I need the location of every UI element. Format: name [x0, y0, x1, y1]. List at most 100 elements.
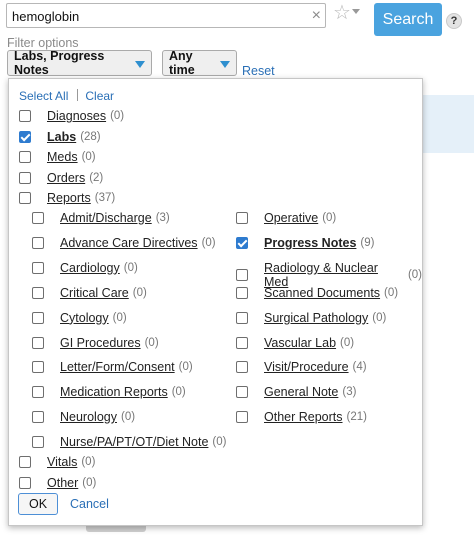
checkbox[interactable] [236, 311, 248, 324]
checkbox[interactable] [19, 476, 31, 489]
reset-link[interactable]: Reset [242, 64, 275, 78]
filter-item-cardiology[interactable]: Cardiology (0) [32, 261, 138, 275]
search-button[interactable]: Search [374, 3, 442, 36]
checkbox[interactable] [19, 151, 31, 164]
filter-item-progress-notes[interactable]: Progress Notes (9) [236, 236, 374, 250]
clear-search-icon[interactable]: × [312, 6, 321, 26]
checkbox[interactable] [236, 386, 248, 399]
filter-item-other[interactable]: Other (0) [19, 476, 96, 490]
filter-item-label[interactable]: Cardiology [60, 261, 120, 275]
filter-item-label[interactable]: Scanned Documents [264, 286, 380, 300]
checkbox[interactable] [32, 311, 44, 324]
type-filter-pill[interactable]: Labs, Progress Notes [7, 49, 152, 77]
filter-item-label[interactable]: Radiology & Nuclear Med [264, 261, 404, 289]
filter-item-admit-discharge[interactable]: Admit/Discharge (3) [32, 211, 170, 225]
filter-item-vitals[interactable]: Vitals (0) [19, 455, 95, 469]
filter-item-scanned-documents[interactable]: Scanned Documents (0) [236, 286, 398, 300]
filter-item-label[interactable]: Cytology [60, 311, 109, 325]
funnel-icon [135, 60, 145, 68]
checkbox[interactable] [32, 286, 44, 299]
filter-dropdown-panel: Select All Clear Diagnoses (0) Labs (28) Meds… [8, 78, 423, 526]
search-box[interactable]: × [6, 3, 326, 28]
filter-item-label[interactable]: Progress Notes [264, 236, 356, 250]
filter-item-label[interactable]: Neurology [60, 410, 117, 424]
filter-item-neurology[interactable]: Neurology (0) [32, 410, 135, 424]
checkbox[interactable] [32, 261, 44, 274]
help-icon[interactable]: ? [446, 13, 462, 29]
filter-item-label[interactable]: Letter/Form/Consent [60, 360, 175, 374]
checkbox[interactable] [32, 436, 44, 449]
filter-item-count: (21) [346, 411, 367, 424]
filter-item-label[interactable]: Vitals [47, 455, 77, 469]
filter-item-label[interactable]: Other [47, 476, 78, 490]
selection-links: Select All Clear [19, 89, 114, 103]
filter-item-label[interactable]: Orders [47, 171, 85, 185]
filter-item-label[interactable]: Visit/Procedure [264, 360, 349, 374]
time-filter-pill[interactable]: Any time [162, 49, 237, 77]
cancel-link[interactable]: Cancel [70, 497, 109, 511]
filter-item-reports[interactable]: Reports (37) [19, 191, 115, 205]
filter-item-critical-care[interactable]: Critical Care (0) [32, 286, 147, 300]
filter-item-vascular-lab[interactable]: Vascular Lab (0) [236, 336, 354, 350]
filter-item-label[interactable]: Reports [47, 191, 91, 205]
filter-item-label[interactable]: Nurse/PA/PT/OT/Diet Note [60, 435, 208, 449]
filter-item-count: (0) [81, 151, 96, 164]
favorite-star-icon[interactable]: ☆ [333, 2, 351, 24]
filter-item-label[interactable]: Meds [47, 150, 78, 164]
filter-item-count: (0) [144, 336, 159, 349]
filter-item-nurse-pa-pt-ot-diet-note[interactable]: Nurse/PA/PT/OT/Diet Note (0) [32, 435, 226, 449]
checkbox[interactable] [19, 130, 31, 143]
filter-item-other-reports[interactable]: Other Reports (21) [236, 410, 367, 424]
filter-item-gi-procedures[interactable]: GI Procedures (0) [32, 336, 159, 350]
filter-item-medication-reports[interactable]: Medication Reports (0) [32, 385, 186, 399]
filter-item-label[interactable]: Labs [47, 130, 76, 144]
filter-item-label[interactable]: Admit/Discharge [60, 211, 152, 225]
filter-item-label[interactable]: Operative [264, 211, 318, 225]
filter-item-label[interactable]: Advance Care Directives [60, 236, 198, 250]
filter-item-visit-procedure[interactable]: Visit/Procedure (4) [236, 360, 367, 374]
filter-item-count: (0) [322, 212, 337, 224]
filter-item-radiology-nuclear-med[interactable]: Radiology & Nuclear Med (0) [236, 261, 422, 289]
checkbox[interactable] [32, 386, 44, 399]
filter-item-count: (0) [120, 411, 136, 424]
checkbox[interactable] [236, 212, 248, 224]
ok-button[interactable]: OK [18, 493, 58, 515]
checkbox[interactable] [236, 361, 248, 374]
checkbox[interactable] [236, 236, 248, 249]
checkbox[interactable] [32, 212, 44, 224]
filter-item-label[interactable]: Other Reports [264, 410, 343, 424]
select-all-link[interactable]: Select All [19, 89, 68, 103]
filter-item-orders[interactable]: Orders (2) [19, 171, 103, 185]
clear-link[interactable]: Clear [85, 89, 114, 103]
search-input[interactable] [12, 7, 302, 25]
checkbox[interactable] [236, 411, 248, 424]
filter-item-general-note[interactable]: General Note (3) [236, 385, 356, 399]
checkbox[interactable] [32, 411, 44, 424]
filter-item-meds[interactable]: Meds (0) [19, 150, 96, 164]
filter-item-cytology[interactable]: Cytology (0) [32, 311, 127, 325]
filter-item-label[interactable]: Critical Care [60, 286, 129, 300]
checkbox[interactable] [32, 236, 44, 249]
checkbox[interactable] [32, 336, 44, 349]
filter-item-label[interactable]: Medication Reports [60, 385, 168, 399]
checkbox[interactable] [19, 192, 31, 205]
filter-item-surgical-pathology[interactable]: Surgical Pathology (0) [236, 311, 386, 325]
filter-item-label[interactable]: Surgical Pathology [264, 311, 368, 325]
filter-item-advance-care-directives[interactable]: Advance Care Directives (0) [32, 236, 216, 250]
filter-item-label[interactable]: Vascular Lab [264, 336, 336, 350]
checkbox[interactable] [32, 361, 44, 374]
filter-item-label[interactable]: GI Procedures [60, 336, 141, 350]
checkbox[interactable] [19, 171, 31, 184]
checkbox[interactable] [236, 286, 248, 299]
checkbox[interactable] [19, 456, 31, 468]
checkbox[interactable] [19, 110, 31, 122]
filter-item-diagnoses[interactable]: Diagnoses (0) [19, 109, 124, 123]
filter-item-letter-form-consent[interactable]: Letter/Form/Consent (0) [32, 360, 193, 374]
filter-item-label[interactable]: Diagnoses [47, 109, 106, 123]
checkbox[interactable] [236, 336, 248, 349]
filter-item-operative[interactable]: Operative (0) [236, 211, 336, 225]
filter-item-label[interactable]: General Note [264, 385, 338, 399]
filter-item-labs[interactable]: Labs (28) [19, 130, 101, 144]
favorite-dropdown-icon[interactable] [352, 9, 360, 14]
checkbox[interactable] [236, 268, 248, 281]
